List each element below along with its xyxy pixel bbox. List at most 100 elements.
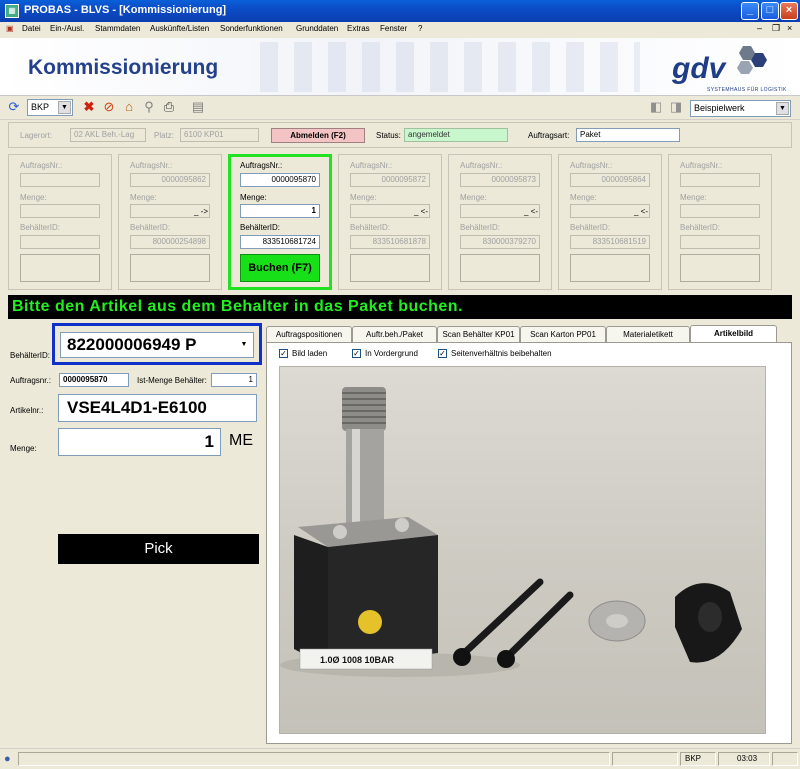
panel-direction-indicator: _ -> [194, 207, 209, 216]
panel-behaelter-field[interactable]: 833510681724 [240, 235, 320, 249]
menu-extras[interactable]: Extras [347, 24, 370, 33]
status-message [18, 752, 610, 766]
istmenge-label: Ist-Menge Behälter: [137, 376, 207, 385]
panel-action-button[interactable] [680, 254, 760, 282]
panel-behaelter-field[interactable]: 833510681519 [570, 235, 650, 249]
auftragsart-field[interactable]: Paket [576, 128, 680, 142]
menu-stammdaten[interactable]: Stammdaten [95, 24, 140, 33]
lagerort-select[interactable]: 02 AKL Beh.-Lag [70, 128, 146, 142]
settings-icon[interactable]: ▤ [190, 99, 206, 115]
behaelter-label: BehälterID: [130, 223, 171, 232]
menu-auskuenfte[interactable]: Auskünfte/Listen [150, 24, 209, 33]
panel-auftragsnr-field[interactable] [680, 173, 760, 187]
menu-grunddaten[interactable]: Grunddaten [296, 24, 338, 33]
message-bar: Bitte den Artikel aus dem Behalter in da… [8, 295, 792, 319]
platz-label: Platz: [154, 131, 175, 140]
menge-label: Menge: [10, 444, 37, 453]
pick-button[interactable]: Pick [58, 534, 259, 564]
menu-help[interactable]: ? [418, 24, 422, 33]
lagerort-label: Lagerort: [20, 131, 53, 140]
werk-value: Beispielwerk [694, 103, 745, 113]
menge-label: Menge: [680, 193, 707, 202]
checkbox-seitenverhaeltnis[interactable]: ✓ [438, 349, 447, 358]
panel-menge-field[interactable]: 1 [240, 204, 320, 218]
panel-behaelter-field[interactable] [20, 235, 100, 249]
mandant-select[interactable]: BKP ▼ [27, 99, 73, 116]
auftragsnr-label: AuftragsNr.: [350, 161, 393, 170]
status-field: angemeldet [404, 128, 508, 142]
menge-label: Menge: [350, 193, 377, 202]
panel-auftragsnr-field[interactable]: 0000095873 [460, 173, 540, 187]
behaelter-label: BehälterID: [350, 223, 391, 232]
panel-action-button[interactable] [20, 254, 100, 282]
panel-menge-field[interactable] [20, 204, 100, 218]
tab-scan-behaelter[interactable]: Scan Behälter KP01 [437, 326, 520, 342]
back-icon[interactable]: ◧ [648, 99, 664, 115]
auftragsnr-label: AuftragsNr.: [130, 161, 173, 170]
gdv-logo-subtitle: SYSTEMHAUS FÜR LOGISTIK [707, 87, 787, 93]
buchen-button[interactable]: Buchen (F7) [240, 254, 320, 282]
auftragsnr-field[interactable]: 0000095870 [59, 373, 129, 387]
behaelter-label: BehälterID: [680, 223, 721, 232]
mdi-minimize-icon[interactable]: – [757, 23, 762, 33]
tab-artikelbild[interactable]: Artikelbild [690, 325, 777, 343]
panel-behaelter-field[interactable]: 830000379270 [460, 235, 540, 249]
panel-direction-indicator: _ <- [634, 207, 649, 216]
istmenge-field[interactable]: 1 [211, 373, 257, 387]
panel-menge-field[interactable] [680, 204, 760, 218]
panel-auftragsnr-field[interactable]: 0000095862 [130, 173, 210, 187]
menu-datei[interactable]: Datei [22, 24, 41, 33]
panel-auftragsnr-field[interactable]: 0000095870 [240, 173, 320, 187]
tab-scan-karton[interactable]: Scan Karton PP01 [520, 326, 606, 342]
panel-action-button[interactable] [350, 254, 430, 282]
panel-auftragsnr-field[interactable]: 0000095872 [350, 173, 430, 187]
tab-auftr-beh-paket[interactable]: Auftr.beh./Paket [352, 326, 437, 342]
minimize-button[interactable]: _ [741, 2, 759, 20]
checkbox-vordergrund[interactable]: ✓ [352, 349, 361, 358]
panel-auftragsnr-field[interactable]: 0000095864 [570, 173, 650, 187]
menu-sonderfunktionen[interactable]: Sonderfunktionen [220, 24, 283, 33]
status-time: 03:03 [718, 752, 770, 766]
menu-ein-ausl[interactable]: Ein-/Ausl. [50, 24, 84, 33]
menu-fenster[interactable]: Fenster [380, 24, 407, 33]
search-icon[interactable]: ⚲ [141, 99, 157, 115]
home-icon[interactable]: ⌂ [121, 99, 137, 115]
checkbox-bild-laden[interactable]: ✓ [279, 349, 288, 358]
menge-unit: ME [229, 432, 253, 449]
abmelden-button[interactable]: Abmelden (F2) [271, 128, 365, 143]
maximize-button[interactable]: □ [761, 2, 779, 20]
bild-laden-label: Bild laden [292, 349, 328, 358]
window-title: PROBAS - BLVS - [Kommissionierung] [24, 4, 227, 16]
artikel-field[interactable]: VSE4L4D1-E6100 [58, 394, 257, 422]
lagerort-value: 02 AKL Beh.-Lag [74, 130, 135, 139]
mdi-close-icon[interactable]: × [787, 23, 792, 33]
platz-value: 6100 KP01 [184, 130, 224, 139]
auftragsnr-label: AuftragsNr.: [240, 161, 283, 170]
artikel-value: VSE4L4D1-E6100 [67, 398, 207, 417]
tab-materialetikett[interactable]: Materialetikett [606, 326, 690, 342]
refresh-icon[interactable]: ⟳ [6, 99, 22, 115]
behaelter-select[interactable]: 822000006949 P ▼ [60, 332, 254, 358]
panel-action-button[interactable] [130, 254, 210, 282]
status-cell-end [772, 752, 798, 766]
chevron-down-icon: ▼ [58, 101, 71, 114]
panel-behaelter-field[interactable] [680, 235, 760, 249]
mdi-restore-icon[interactable]: ❐ [772, 23, 780, 34]
auftragsnr-label: AuftragsNr.: [570, 161, 613, 170]
stop-icon[interactable]: ⊘ [101, 99, 117, 115]
behaelter-label: BehälterID: [570, 223, 611, 232]
forward-icon[interactable]: ◨ [668, 99, 684, 115]
panel-action-button[interactable] [570, 254, 650, 282]
tab-auftragspositionen[interactable]: Auftragspositionen [266, 326, 352, 342]
werk-select[interactable]: Beispielwerk ▼ [690, 100, 791, 117]
chevron-down-icon: ▼ [240, 341, 248, 348]
panel-action-button[interactable] [460, 254, 540, 282]
delete-icon[interactable]: ✖ [81, 99, 97, 115]
menge-field[interactable]: 1 [58, 428, 221, 456]
platz-select[interactable]: 6100 KP01 [180, 128, 259, 142]
panel-auftragsnr-field[interactable] [20, 173, 100, 187]
panel-behaelter-field[interactable]: 833510681878 [350, 235, 430, 249]
print-icon[interactable]: ⎙ [161, 99, 177, 115]
close-button[interactable]: × [780, 2, 798, 20]
panel-behaelter-field[interactable]: 800000254898 [130, 235, 210, 249]
